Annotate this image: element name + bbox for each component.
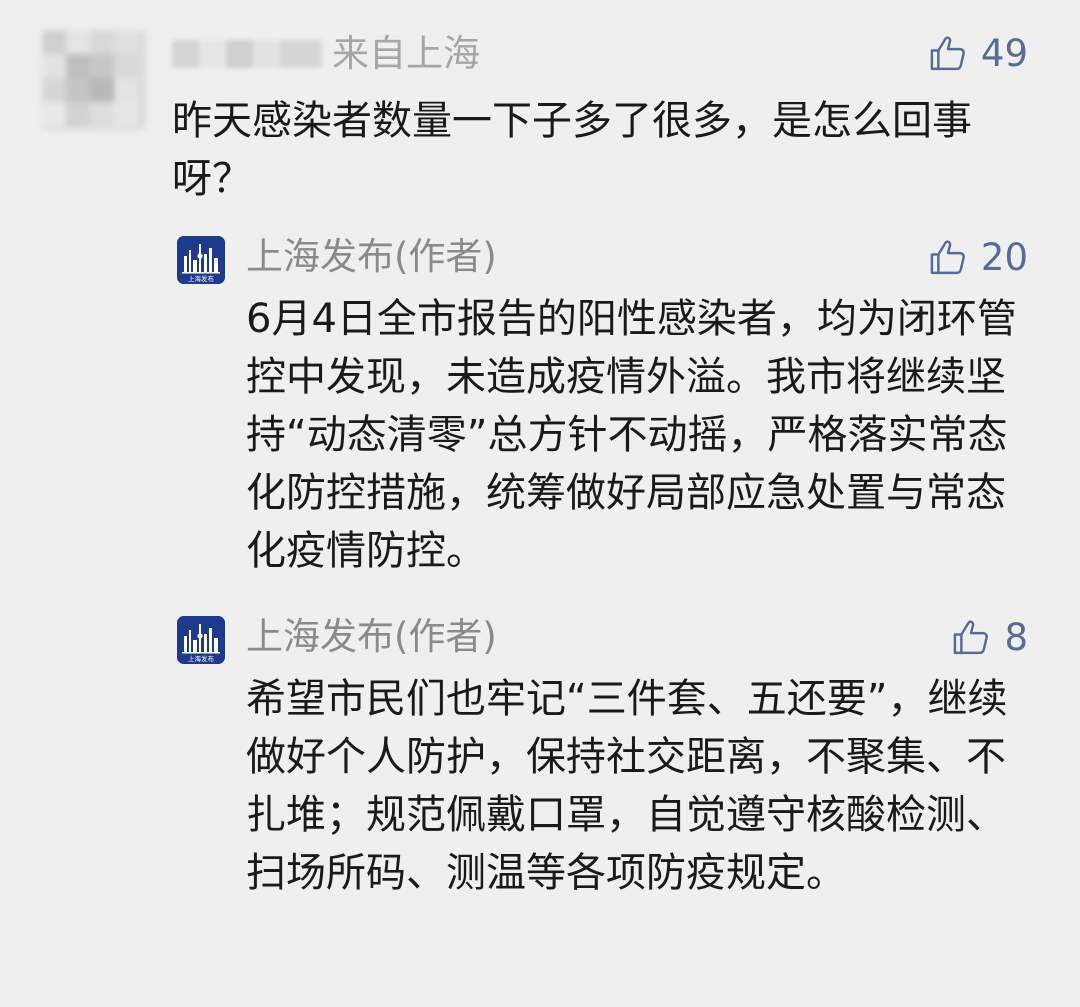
author-name[interactable]: 上海发布(作者) [246,232,497,282]
author-avatar[interactable]: 上海发布 [177,236,225,284]
author-avatar[interactable]: 上海发布 [177,616,225,664]
like-count: 49 [980,32,1028,75]
shanghai-skyline-logo-icon: 上海发布 [177,236,225,284]
like-button[interactable]: 20 [927,234,1028,282]
avatar[interactable] [42,30,146,130]
username[interactable] [172,40,322,68]
avatar-label: 上海发布 [188,274,215,283]
comment-text: 昨天感染者数量一下子多了很多，是怎么回事呀？ [172,98,972,202]
reply-text: 6月4日全市报告的阳性感染者，均为闭环管控中发现，未造成疫情外溢。我市将继续坚持… [246,296,1017,574]
thumbs-up-icon [930,240,965,275]
author-name[interactable]: 上海发布(作者) [246,612,497,662]
thumbs-up-icon [930,36,965,71]
reply-text: 希望市民们也牢记“三件套、五还要”，继续做好个人防护，保持社交距离，不聚集、不扎… [246,676,1008,896]
like-count: 8 [1004,616,1028,659]
like-button[interactable]: 49 [927,30,1028,78]
shanghai-skyline-logo-icon: 上海发布 [177,616,225,664]
thumbs-up-icon [954,620,989,655]
like-button[interactable]: 8 [950,614,1028,662]
comment-location: 来自上海 [332,32,480,75]
like-count: 20 [980,236,1028,279]
avatar-label: 上海发布 [188,654,215,663]
